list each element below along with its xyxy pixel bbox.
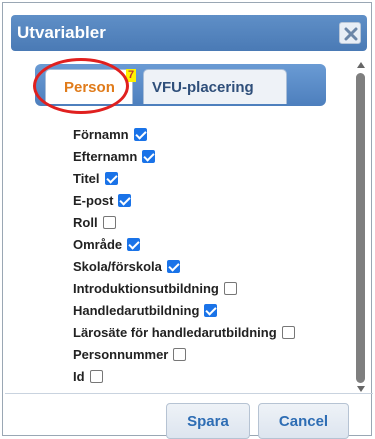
field-label: Förnamn	[73, 126, 129, 142]
checkbox-titel[interactable]	[104, 171, 118, 185]
scroll-down-arrow-icon[interactable]	[356, 385, 366, 393]
checkbox-e-post[interactable]	[118, 193, 132, 207]
field-id: Id	[73, 365, 343, 387]
field-omrade: Område	[73, 233, 343, 255]
checkbox-handledarutbildning[interactable]	[204, 303, 218, 317]
field-label: Handledarutbildning	[73, 302, 200, 318]
checkbox-personnummer[interactable]	[173, 347, 187, 361]
field-efternamn: Efternamn	[73, 145, 343, 167]
field-label: Område	[73, 236, 123, 252]
field-label: Introduktionsutbildning	[73, 280, 219, 296]
field-skola-forskola: Skola/förskola	[73, 255, 343, 277]
dialog-title: Utvariabler	[17, 23, 106, 42]
checkbox-skola-forskola[interactable]	[166, 259, 180, 273]
checkbox-roll[interactable]	[102, 215, 116, 229]
tab-vfu-placering[interactable]: VFU-placering	[143, 69, 287, 104]
field-label: Skola/förskola	[73, 258, 162, 274]
vertical-scrollbar[interactable]	[354, 61, 368, 393]
field-label: Efternamn	[73, 148, 138, 164]
field-label: Titel	[73, 170, 100, 186]
field-fornamn: Förnamn	[73, 123, 343, 145]
dialog-footer: Spara Cancel	[5, 393, 373, 439]
dialog-titlebar: Utvariabler	[11, 15, 367, 51]
scrollbar-thumb[interactable]	[356, 73, 365, 383]
field-label: Roll	[73, 214, 98, 230]
checkbox-id[interactable]	[89, 369, 103, 383]
highlight-circle	[33, 58, 129, 114]
field-label: Id	[73, 368, 85, 384]
field-handledarutbildning: Handledarutbildning	[73, 299, 343, 321]
field-list: Förnamn Efternamn Titel E-post Roll Områ…	[73, 123, 343, 387]
field-label: Lärosäte för handledarutbildning	[73, 324, 277, 340]
checkbox-omrade[interactable]	[127, 237, 141, 251]
field-label: Personnummer	[73, 346, 169, 362]
cancel-button[interactable]: Cancel	[258, 403, 349, 439]
field-introduktionsutbildning: Introduktionsutbildning	[73, 277, 343, 299]
close-button[interactable]	[339, 22, 361, 44]
close-icon	[344, 27, 358, 41]
checkbox-efternamn[interactable]	[142, 149, 156, 163]
export-variables-dialog: Utvariabler Person 7 VFU-placering Förna…	[2, 2, 373, 439]
checkbox-larosate-handledarutbildning[interactable]	[281, 325, 295, 339]
field-label: E-post	[73, 192, 114, 208]
field-personnummer: Personnummer	[73, 343, 343, 365]
scroll-up-arrow-icon[interactable]	[356, 61, 366, 69]
field-titel: Titel	[73, 167, 343, 189]
field-larosate-handledarutbildning: Lärosäte för handledarutbildning	[73, 321, 343, 343]
save-button[interactable]: Spara	[166, 403, 250, 439]
checkbox-fornamn[interactable]	[133, 127, 147, 141]
field-e-post: E-post	[73, 189, 343, 211]
tab-vfu-placering-label: VFU-placering	[152, 79, 254, 96]
checkbox-introduktionsutbildning[interactable]	[223, 281, 237, 295]
field-roll: Roll	[73, 211, 343, 233]
